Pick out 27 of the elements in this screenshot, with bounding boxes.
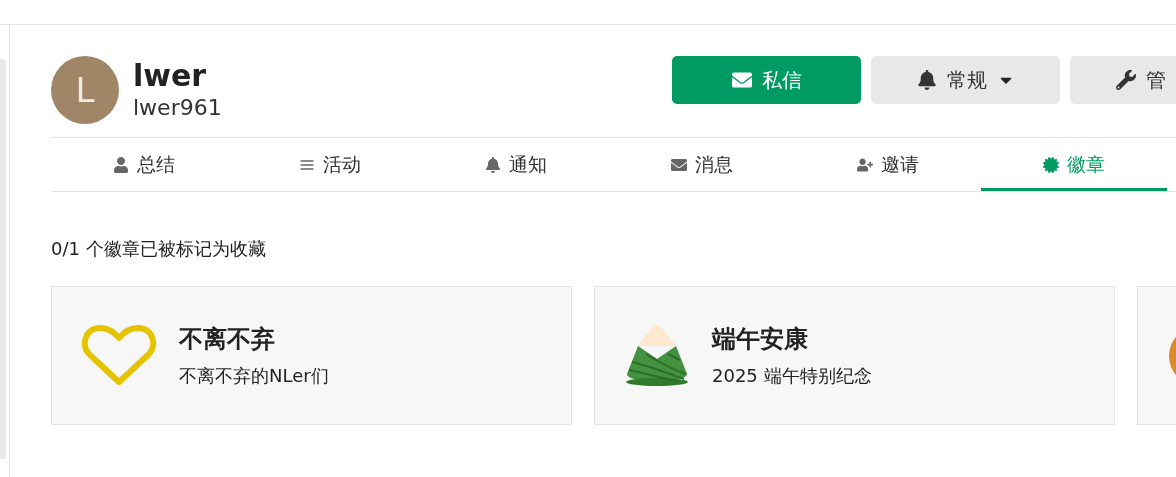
dropdown-button[interactable]: 常规 (871, 56, 1060, 104)
tab[interactable]: 活动 (237, 138, 423, 191)
badge-description: 2025 端午特别纪念 (712, 363, 872, 388)
action-button[interactable]: 私信 (672, 56, 861, 104)
badge-summary: 0/1 个徽章已被标记为收藏 (51, 237, 267, 261)
add-user-icon (857, 156, 873, 173)
bell-icon (485, 156, 501, 173)
bell-icon (916, 70, 937, 90)
badge-description: 不离不弃的NLer们 (179, 363, 329, 388)
badge-title: 不离不弃 (179, 323, 276, 354)
tab[interactable]: 总结 (51, 138, 237, 191)
wrench-icon (1116, 70, 1136, 90)
tab[interactable]: 邀请 (795, 138, 981, 191)
badge-icon (1043, 156, 1059, 173)
envelope-icon (671, 156, 687, 173)
rice-dumpling-icon (624, 323, 690, 388)
display-name: lwer (133, 58, 208, 94)
avatar: L (51, 56, 119, 124)
badge-title: 端午安康 (712, 323, 809, 354)
tab[interactable]: 徽章 (981, 138, 1167, 191)
heart-icon (81, 323, 157, 388)
envelope-icon (731, 70, 752, 90)
tab[interactable]: 消息 (609, 138, 795, 191)
username: lwer961 (133, 94, 222, 122)
tab[interactable]: 通知 (423, 138, 609, 191)
user-icon (113, 156, 129, 173)
action-button[interactable]: 管 (1070, 56, 1176, 104)
